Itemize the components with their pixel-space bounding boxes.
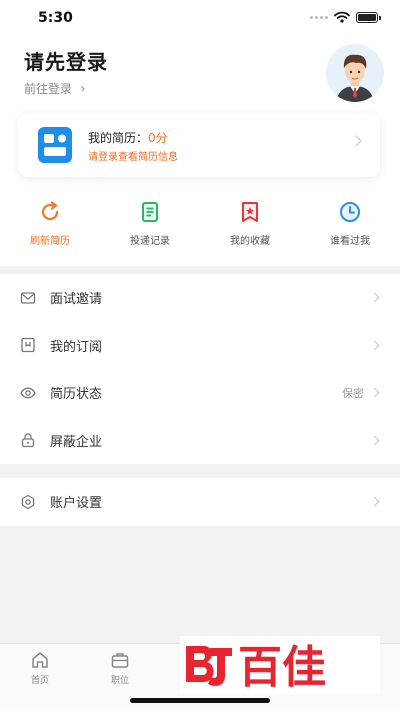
home-icon [32,652,48,668]
menu-item-interview-invitations[interactable]: 面试邀请 [0,274,400,322]
quick-action-favorites[interactable]: 我的收藏 [200,200,300,256]
chevron-right-icon [369,292,380,303]
refresh-icon [41,201,59,221]
tab-home[interactable]: 首页 [20,650,60,686]
watermark-logo: 百佳 [180,636,380,694]
quick-action-refresh-resume[interactable]: 刷新简历 [0,200,100,256]
battery-icon [356,11,381,23]
tab-label: 首页 [30,676,49,686]
menu-group-settings: 账户设置 [0,478,400,526]
signal-icon [310,15,328,19]
quick-action-label: 投递记录 [130,236,170,247]
menu-item-label: 账户设置 [50,496,103,512]
status-icons [310,11,381,23]
menu-item-account-settings[interactable]: 账户设置 [0,478,400,526]
document-icon [142,202,158,222]
bookmark-star-icon [242,202,258,222]
login-title[interactable]: 请先登录 [24,46,108,75]
menu-item-label: 我的订阅 [50,339,103,355]
menu-item-my-subscriptions[interactable]: 我的订阅 [0,322,400,370]
login-link-label: 前往登录 [24,82,73,96]
svg-text:百佳: 百佳 [238,642,326,693]
menu-group-main: 面试邀请 我的订阅 简历状态 保密 屏蔽企业 [0,274,400,464]
quick-action-who-viewed-me[interactable]: 谁看过我 [300,200,400,256]
subscribe-icon [21,338,35,353]
brand-logo: 百佳 [186,642,326,693]
resume-card[interactable]: 我的简历：0分 请登录查看简历信息 [18,113,380,177]
avatar[interactable] [326,44,384,102]
quick-action-label: 刷新简历 [30,236,70,247]
gear-icon [21,494,35,509]
menu-item-label: 面试邀请 [50,292,103,308]
quick-actions: 刷新简历 投递记录 我的收藏 谁看过我 [0,200,400,256]
lock-icon [21,433,35,448]
resume-status-value: 保密 [342,386,364,400]
resume-label: 我的简历： [88,131,149,145]
wifi-icon [334,11,350,23]
chevron-right-icon [369,435,380,445]
resume-hint: 请登录查看简历信息 [88,152,178,163]
quick-action-application-records[interactable]: 投递记录 [100,200,200,256]
resume-icon [38,127,72,163]
profile-header: 5:30 请先登录 前往登录 › 我的简历：0分 请登录查看简历信息 刷新简历 … [0,0,400,266]
menu-item-label: 简历状态 [50,387,103,403]
status-time: 5:30 [38,10,73,26]
quick-action-label: 我的收藏 [230,236,270,247]
briefcase-icon [111,653,129,668]
resume-title: 我的简历：0分 [88,129,168,146]
chevron-right-icon: › [80,80,86,97]
eye-icon [20,387,36,399]
chevron-right-icon [350,135,362,147]
status-bar: 5:30 [0,0,400,36]
menu-item-block-companies[interactable]: 屏蔽企业 [0,417,400,465]
menu-item-label: 屏蔽企业 [50,434,103,450]
home-indicator [130,698,270,703]
avatar-illustration [326,44,384,102]
login-link[interactable]: 前往登录 › [24,80,86,97]
quick-action-label: 谁看过我 [330,236,370,247]
chevron-right-icon [369,387,380,398]
resume-score: 0分 [148,131,168,145]
menu-item-resume-status[interactable]: 简历状态 保密 [0,369,400,417]
tab-label: 职位 [110,676,129,686]
tab-jobs[interactable]: 职位 [100,650,140,686]
clock-icon [340,202,360,222]
mail-icon [20,292,36,304]
chevron-right-icon [369,496,380,507]
chevron-right-icon [369,340,380,350]
